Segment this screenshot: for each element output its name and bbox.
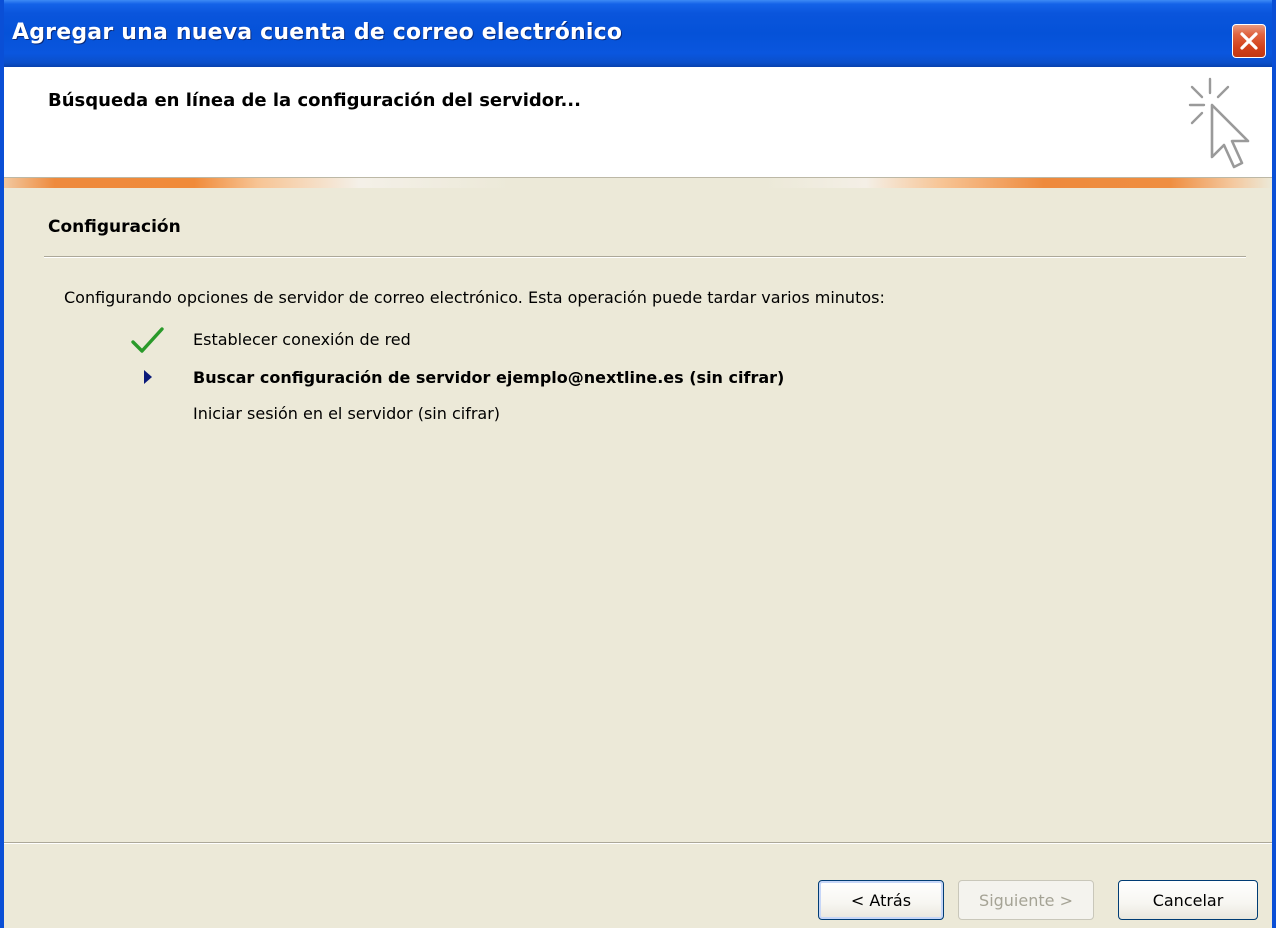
- arrow-right-icon: [144, 370, 152, 384]
- step-item-server-search: Buscar configuración de servidor ejemplo…: [130, 364, 1130, 392]
- close-button[interactable]: [1232, 24, 1266, 58]
- back-button[interactable]: < Atrás: [818, 880, 944, 920]
- wizard-header: Búsqueda en línea de la configuración de…: [4, 67, 1272, 177]
- section-title: Configuración: [48, 217, 181, 237]
- step-item-login: Iniciar sesión en el servidor (sin cifra…: [130, 400, 1130, 428]
- dialog-window: Agregar una nueva cuenta de correo elect…: [0, 0, 1276, 928]
- bottom-divider: [4, 842, 1272, 844]
- intro-text: Configurando opciones de servidor de cor…: [64, 288, 885, 307]
- step-label: Iniciar sesión en el servidor (sin cifra…: [193, 404, 501, 423]
- header-title: Búsqueda en línea de la configuración de…: [48, 90, 581, 111]
- step-label: Establecer conexión de red: [193, 330, 411, 349]
- title-bar[interactable]: Agregar una nueva cuenta de correo elect…: [4, 0, 1272, 67]
- next-button[interactable]: Siguiente >: [958, 880, 1094, 920]
- step-item-network: Establecer conexión de red: [130, 326, 1130, 354]
- window-title: Agregar una nueva cuenta de correo elect…: [12, 20, 623, 45]
- cursor-click-icon: [1188, 77, 1250, 169]
- cancel-button[interactable]: Cancelar: [1118, 880, 1258, 920]
- step-label: Buscar configuración de servidor ejemplo…: [193, 368, 785, 387]
- checkmark-icon: [131, 327, 164, 353]
- header-separator: [4, 177, 1272, 188]
- close-icon: [1240, 32, 1258, 50]
- section-divider: [44, 256, 1246, 258]
